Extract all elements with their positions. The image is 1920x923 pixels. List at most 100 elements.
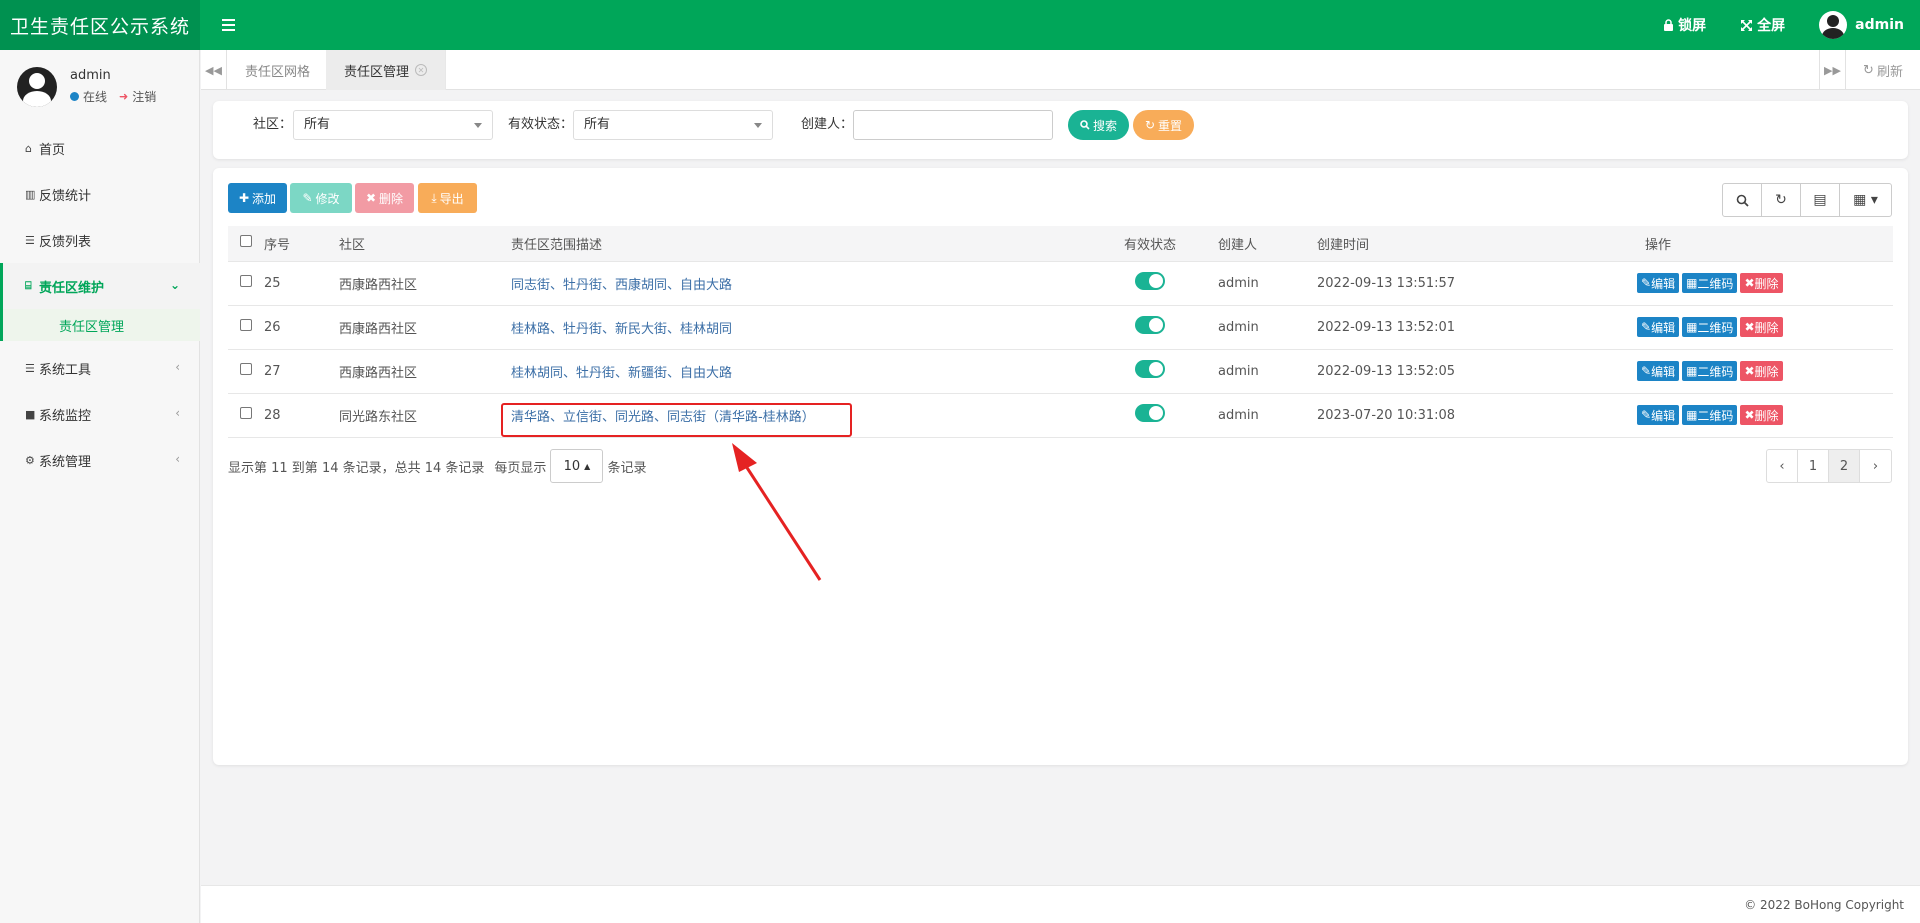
user-status: 在线 ➜ 注销 [70, 88, 156, 105]
cell-description-link[interactable]: 桂林胡同、牡丹街、新疆街、自由大路 [511, 366, 732, 381]
per-page-suffix: 条记录 [607, 460, 647, 476]
sidebar-item-home[interactable]: ⌂ 首页 [0, 125, 200, 171]
page-prev-button[interactable]: ‹ [1767, 450, 1798, 482]
row-delete-label: 删除 [1754, 320, 1779, 335]
times-icon: ✖ [1744, 408, 1755, 422]
status-toggle[interactable] [1135, 404, 1165, 422]
row-qrcode-label: 二维码 [1697, 320, 1734, 335]
row-qrcode-button[interactable]: ▦ 二维码 [1682, 361, 1738, 381]
add-button[interactable]: ✚ 添加 [228, 183, 287, 213]
col-header-id[interactable]: 序号 [264, 226, 339, 262]
tab-area-grid[interactable]: 责任区网格 [227, 50, 330, 90]
search-toggle-button[interactable] [1723, 184, 1762, 216]
cell-description-link[interactable]: 桂林路、牡丹街、新民大街、桂林胡同 [511, 322, 732, 337]
sidebar-item-label: 反馈统计 [39, 188, 92, 204]
page-button-1[interactable]: 1 [1798, 450, 1829, 482]
refresh-tab-button[interactable]: ↻ 刷新 [1845, 50, 1920, 90]
sidebar-item-system-tools[interactable]: ☰ 系统工具 ‹ [0, 345, 200, 391]
qrcode-icon: ▦ [1686, 408, 1698, 422]
toggle-view-button[interactable]: ▤ [1801, 184, 1840, 216]
row-delete-button[interactable]: ✖ 删除 [1740, 317, 1783, 337]
fullscreen-button[interactable]: 全屏 [1740, 15, 1785, 35]
cell-description-link[interactable]: 同志街、牡丹街、西康胡同、自由大路 [511, 278, 732, 293]
sidebar-subitem-area-management[interactable]: 责任区管理 [0, 309, 200, 341]
cell-id: 28 [264, 393, 339, 438]
edit-icon: ✎ [1641, 276, 1652, 290]
row-checkbox[interactable] [240, 363, 252, 375]
close-icon[interactable]: ✕ [415, 64, 428, 76]
row-edit-button[interactable]: ✎ 编辑 [1637, 405, 1680, 425]
copyright-text: © 2022 BoHong Copyright [1744, 898, 1904, 912]
bar-chart-icon: ▥ [25, 187, 36, 201]
row-qrcode-button[interactable]: ▦ 二维码 [1682, 405, 1738, 425]
export-button[interactable]: ⤓ 导出 [418, 183, 477, 213]
row-delete-button[interactable]: ✖ 删除 [1740, 273, 1783, 293]
creator-input[interactable] [853, 110, 1053, 140]
page-next-button[interactable]: › [1860, 450, 1891, 482]
table-panel: ✚ 添加 ✎ 修改 ✖ 删除 ⤓ 导出 ↻ ▤ ▦ ▾ 序号 社区 责任区范围描… [213, 168, 1908, 765]
tab-area-management[interactable]: 责任区管理 ✕ [326, 50, 447, 90]
chevron-left-icon: ‹ [175, 406, 180, 420]
page-size-select[interactable]: 10 ▲ [550, 449, 604, 483]
tabs-scroll-right-icon[interactable]: ▶▶ [1819, 50, 1845, 90]
row-delete-button[interactable]: ✖ 删除 [1740, 405, 1783, 425]
search-button[interactable]: 搜索 [1068, 110, 1129, 140]
columns-button[interactable]: ▦ ▾ [1840, 184, 1891, 216]
table-row: 28 同光路东社区 清华路、立信街、同光路、同志街（清华路-桂林路） admin… [228, 393, 1893, 438]
col-header-community[interactable]: 社区 [339, 226, 511, 262]
row-checkbox[interactable] [240, 275, 252, 287]
cell-creator: admin [1218, 349, 1317, 394]
search-icon [1736, 194, 1749, 207]
search-panel: 社区： 所有 有效状态： 所有 创建人： 搜索 ↻ 重置 [213, 101, 1908, 159]
tabs-scroll-left-icon[interactable]: ◀◀ [201, 50, 227, 90]
menu-toggle-icon[interactable] [222, 14, 242, 36]
logout-icon[interactable]: ➜ [119, 90, 128, 103]
status-toggle[interactable] [1135, 316, 1165, 334]
status-toggle[interactable] [1135, 360, 1165, 378]
page-size-value: 10 [563, 458, 581, 474]
edit-button[interactable]: ✎ 修改 [290, 183, 352, 213]
community-select[interactable]: 所有 [293, 110, 493, 140]
sidebar-item-feedback-stats[interactable]: ▥ 反馈统计 [0, 171, 200, 217]
user-menu[interactable]: admin [1819, 11, 1904, 39]
row-edit-button[interactable]: ✎ 编辑 [1637, 273, 1680, 293]
col-header-description[interactable]: 责任区范围描述 [511, 226, 1124, 262]
row-qrcode-button[interactable]: ▦ 二维码 [1682, 317, 1738, 337]
sidebar-item-system-monitor[interactable]: ■ 系统监控 ‹ [0, 391, 200, 437]
times-icon: ✖ [1744, 276, 1755, 290]
select-all-checkbox[interactable] [240, 235, 252, 248]
col-header-status[interactable]: 有效状态 [1124, 226, 1218, 262]
lock-screen-button[interactable]: 锁屏 [1663, 15, 1706, 35]
logout-link[interactable]: 注销 [132, 88, 156, 105]
row-edit-button[interactable]: ✎ 编辑 [1637, 361, 1680, 381]
sidebar-item-label: 首页 [39, 142, 66, 158]
row-qrcode-label: 二维码 [1697, 408, 1734, 423]
sidebar-item-feedback-list[interactable]: ☰ 反馈列表 [0, 217, 200, 263]
online-status: 在线 [83, 90, 108, 104]
chevron-left-icon: ‹ [175, 452, 180, 466]
row-checkbox[interactable] [240, 407, 252, 419]
row-delete-label: 删除 [1754, 408, 1779, 423]
reset-button[interactable]: ↻ 重置 [1133, 110, 1194, 140]
table-row: 25 西康路西社区 同志街、牡丹街、西康胡同、自由大路 admin 2022-0… [228, 261, 1893, 306]
page-button-2[interactable]: 2 [1829, 450, 1860, 482]
sidebar-item-area-maintenance[interactable]: ⌸ 责任区维护 ⌄ [0, 263, 200, 309]
qrcode-icon: ▦ [1686, 276, 1698, 290]
col-header-created-time[interactable]: 创建时间 [1317, 226, 1637, 262]
sidebar-avatar [17, 67, 57, 107]
cell-created-time: 2022-09-13 13:52:01 [1317, 305, 1637, 350]
row-edit-button[interactable]: ✎ 编辑 [1637, 317, 1680, 337]
status-toggle[interactable] [1135, 272, 1165, 290]
status-select[interactable]: 所有 [573, 110, 773, 140]
sidebar-username: admin [70, 68, 111, 83]
col-header-creator[interactable]: 创建人 [1218, 226, 1317, 262]
row-qrcode-button[interactable]: ▦ 二维码 [1682, 273, 1738, 293]
row-delete-button[interactable]: ✖ 删除 [1740, 361, 1783, 381]
sidebar-item-system-admin[interactable]: ⚙ 系统管理 ‹ [0, 437, 200, 483]
row-checkbox[interactable] [240, 319, 252, 331]
row-edit-label: 编辑 [1651, 364, 1676, 379]
user-panel: admin 在线 ➜ 注销 [0, 50, 200, 125]
table-header-row: 序号 社区 责任区范围描述 有效状态 创建人 创建时间 操作 [228, 226, 1893, 262]
refresh-table-button[interactable]: ↻ [1762, 184, 1801, 216]
delete-button[interactable]: ✖ 删除 [355, 183, 414, 213]
